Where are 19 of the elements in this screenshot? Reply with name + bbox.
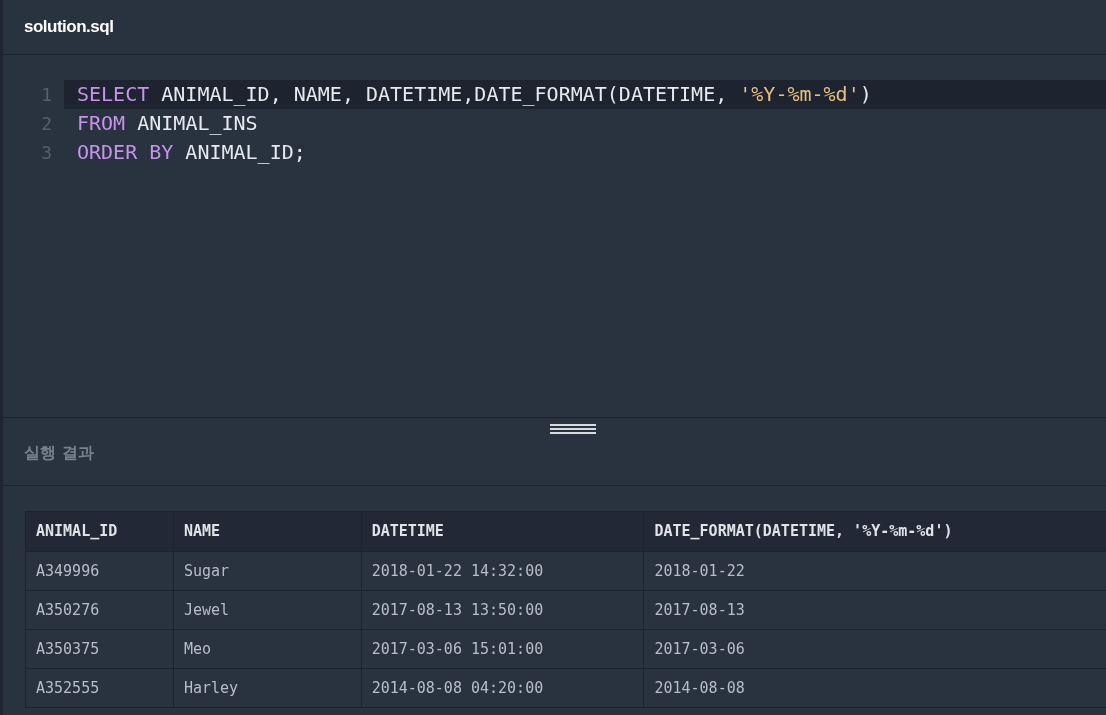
column-header: DATE_FORMAT(DATETIME, '%Y-%m-%d') (643, 511, 1106, 552)
table-cell: 2014-08-08 04:20:00 (361, 668, 644, 708)
table-cell: A350375 (25, 629, 174, 669)
table-cell: A350276 (25, 590, 174, 630)
table-cell: 2018-01-22 14:32:00 (361, 551, 644, 591)
table-cell: 2017-08-13 13:50:00 (361, 590, 644, 630)
column-header: NAME (173, 511, 362, 552)
table-cell: Meo (173, 629, 362, 669)
table-cell: 2017-03-06 15:01:00 (361, 629, 644, 669)
table-cell: Jewel (173, 590, 362, 630)
column-header: ANIMAL_ID (25, 511, 174, 552)
column-header: DATETIME (361, 511, 644, 552)
table-cell: A352555 (25, 668, 174, 708)
table-cell: Harley (173, 668, 362, 708)
file-tab-title: solution.sql (24, 16, 114, 39)
table-cell: Sugar (173, 551, 362, 591)
table-cell: A349996 (25, 551, 174, 591)
resize-handle-icon[interactable] (550, 423, 596, 435)
results-title: 실행 결과 (24, 442, 94, 464)
